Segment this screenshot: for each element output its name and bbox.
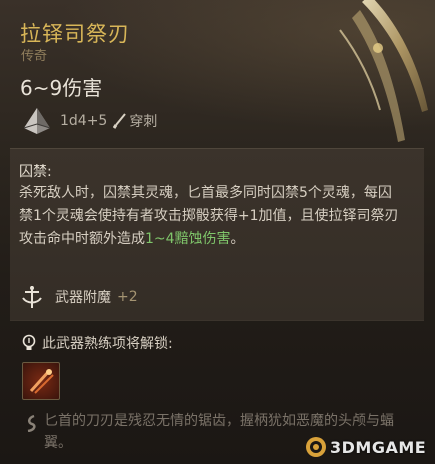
passive-description: 杀死敌人时，囚禁其灵魂，匕首最多同时囚禁5个灵魂，每囚禁1个灵魂会使持有者攻击掷… [19, 182, 404, 251]
mastery-row: 此武器熟练项将解锁: [22, 333, 173, 353]
item-tooltip: 拉铎司祭刃 传奇 6~9伤害 1d4+5 穿刺 囚禁: 杀死敌人时，囚禁其灵魂，… [0, 0, 435, 464]
item-damage: 6~9伤害 [20, 76, 103, 100]
watermark: 3DMGAME [305, 436, 426, 458]
watermark-text: 3DMGAME [330, 437, 427, 457]
passive-panel: 囚禁: 杀死敌人时，囚禁其灵魂，匕首最多同时囚禁5个灵魂，每囚禁1个灵魂会使持有… [10, 148, 424, 321]
watermark-logo [306, 437, 326, 457]
passive-highlight: 1~4黯蚀伤害 [145, 231, 231, 247]
dice-icon [23, 108, 51, 134]
passive-title: 囚禁: [19, 164, 52, 180]
skill-icon[interactable] [22, 362, 60, 400]
enchant-label: 武器附魔 [55, 290, 111, 306]
damage-type: 穿刺 [129, 114, 158, 130]
damage-dice-row: 1d4+5 穿刺 [22, 106, 157, 136]
skill-icon-art [29, 369, 54, 394]
section-divider [10, 320, 424, 321]
passive-text-end: 。 [230, 231, 245, 247]
mastery-text: 此武器熟练项将解锁: [42, 336, 173, 352]
item-rarity: 传奇 [21, 49, 48, 64]
enchant-value: +2 [117, 289, 138, 305]
lightbulb-icon [22, 334, 36, 350]
damage-dice: 1d4+5 [60, 113, 108, 129]
pierce-icon [113, 113, 127, 129]
quote-icon [27, 414, 36, 432]
tooltip-header: 拉铎司祭刃 传奇 6~9伤害 1d4+5 穿刺 [0, 0, 435, 148]
enchant-row: 武器附魔 +2 [19, 282, 138, 312]
enchant-icon [22, 286, 42, 308]
item-name: 拉铎司祭刃 [20, 22, 130, 46]
dagger-image [339, 0, 428, 142]
